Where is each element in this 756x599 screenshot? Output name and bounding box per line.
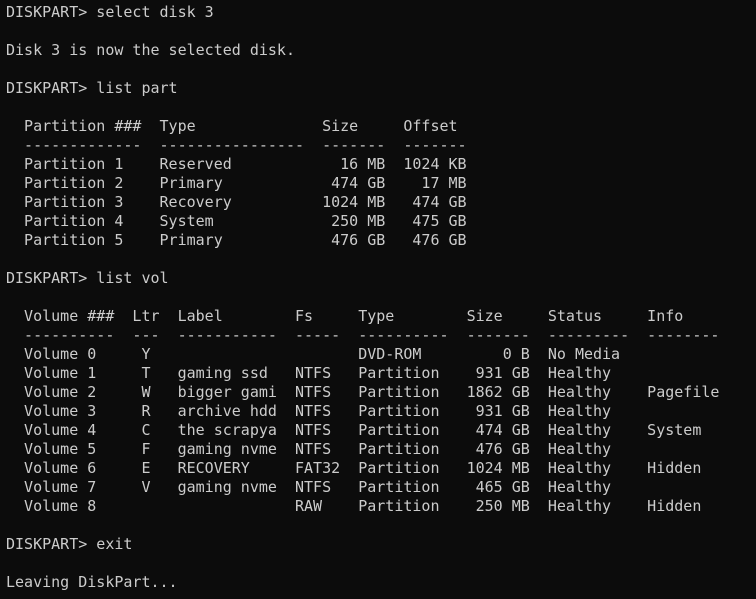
partition-row: Partition 4 System 250 MB 475 GB (6, 212, 467, 230)
partition-table-header: Partition ### Type Size Offset (6, 117, 458, 135)
prompt-list-part: DISKPART> list part (6, 79, 178, 97)
volume-row: Volume 3 R archive hdd NTFS Partition 93… (6, 402, 612, 420)
status-message: Disk 3 is now the selected disk. (6, 41, 295, 59)
partition-row: Partition 3 Recovery 1024 MB 474 GB (6, 193, 467, 211)
volume-row: Volume 0 Y DVD-ROM 0 B No Media (6, 345, 621, 363)
partition-row: Partition 1 Reserved 16 MB 1024 KB (6, 155, 467, 173)
exit-message: Leaving DiskPart... (6, 573, 178, 591)
volume-row: Volume 5 F gaming nvme NTFS Partition 47… (6, 440, 612, 458)
prompt-exit: DISKPART> exit (6, 535, 133, 553)
console-window[interactable]: DISKPART> select disk 3 Disk 3 is now th… (0, 0, 756, 599)
volume-table-separator: ---------- --- ----------- ----- -------… (6, 326, 720, 344)
volume-row: Volume 6 E RECOVERY FAT32 Partition 1024… (6, 459, 702, 477)
volume-row: Volume 7 V gaming nvme NTFS Partition 46… (6, 478, 612, 496)
volume-row: Volume 2 W bigger gami NTFS Partition 18… (6, 383, 720, 401)
volume-row: Volume 8 RAW Partition 250 MB Healthy Hi… (6, 497, 702, 515)
prompt-list-vol: DISKPART> list vol (6, 269, 169, 287)
volume-table-header: Volume ### Ltr Label Fs Type Size Status… (6, 307, 684, 325)
partition-row: Partition 5 Primary 476 GB 476 GB (6, 231, 467, 249)
volume-row: Volume 1 T gaming ssd NTFS Partition 931… (6, 364, 612, 382)
volume-row: Volume 4 C the scrapya NTFS Partition 47… (6, 421, 702, 439)
partition-row: Partition 2 Primary 474 GB 17 MB (6, 174, 467, 192)
prompt-select-disk: DISKPART> select disk 3 (6, 3, 214, 21)
partition-table-separator: ------------- ---------------- ------- -… (6, 136, 467, 154)
